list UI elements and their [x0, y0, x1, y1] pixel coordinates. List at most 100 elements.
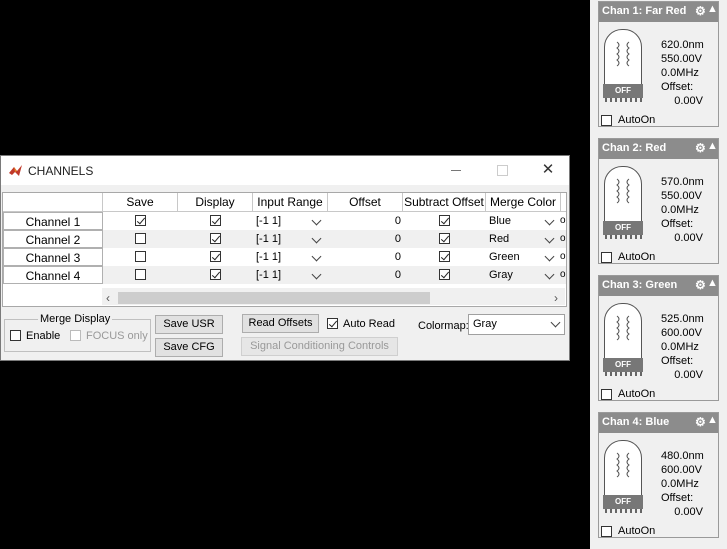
input-range-value[interactable]: [-1 1] — [256, 230, 281, 248]
pmt-state-badge[interactable]: OFF — [603, 221, 643, 235]
row-header[interactable]: Channel 2 — [3, 230, 103, 248]
matlab-icon — [9, 165, 22, 176]
autoon-checkbox[interactable] — [601, 526, 612, 537]
merge-color-value[interactable]: Blue — [489, 212, 511, 230]
chevron-down-icon[interactable] — [544, 233, 555, 244]
display-checkbox[interactable] — [210, 251, 221, 262]
read-offsets-button[interactable]: Read Offsets — [242, 314, 319, 333]
save-checkbox[interactable] — [135, 269, 146, 280]
input-range-value[interactable]: [-1 1] — [256, 212, 281, 230]
autoon-label: AutoOn — [618, 114, 656, 126]
pmt-tube-icon[interactable] — [604, 440, 642, 496]
auto-read-checkbox[interactable] — [327, 318, 338, 329]
tube-pin — [625, 235, 627, 239]
row-header[interactable]: Channel 4 — [3, 266, 103, 284]
pmt-card-title: Chan 1: Far Red — [602, 5, 687, 17]
tube-pin — [610, 98, 612, 102]
focus-only-checkbox[interactable] — [70, 330, 81, 341]
signal-conditioning-button[interactable]: Signal Conditioning Controls — [241, 337, 398, 356]
chevron-down-icon[interactable] — [311, 233, 322, 244]
pmt-wavelength: 620.0nm — [661, 39, 704, 51]
pmt-values: 480.0nm 600.00V 0.0MHz Offset: 0.00V — [661, 449, 713, 519]
save-usr-button[interactable]: Save USR — [155, 315, 223, 334]
row-header[interactable]: Channel 1 — [3, 212, 103, 230]
enable-checkbox[interactable] — [10, 330, 21, 341]
chevron-down-icon[interactable] — [311, 215, 322, 226]
row-header[interactable]: Channel 3 — [3, 248, 103, 266]
pmt-voltage[interactable]: 550.00V — [661, 189, 713, 203]
offset-value[interactable]: 0 — [331, 248, 401, 266]
gear-icon[interactable]: ⚙ — [695, 278, 706, 292]
pmt-card-header: Chan 3: Green ⚙ ▲ — [599, 276, 718, 296]
collapse-arrow-icon[interactable]: ▲ — [707, 414, 718, 426]
subtract-offset-checkbox[interactable] — [439, 233, 450, 244]
offset-value[interactable]: 0 — [331, 212, 401, 230]
scrollbar-thumb[interactable] — [118, 292, 430, 304]
autoon-label: AutoOn — [618, 251, 656, 263]
chevron-down-icon[interactable] — [544, 269, 555, 280]
save-checkbox[interactable] — [135, 251, 146, 262]
scroll-left-icon[interactable]: ‹ — [106, 291, 110, 305]
channels-window: CHANNELS ✕ Save Display Input Range Offs… — [0, 155, 570, 361]
colormap-select[interactable]: Gray — [468, 314, 565, 335]
pmt-card: Chan 2: Red ⚙ ▲ OFF 570.0nm 550.00V 0.0M… — [598, 138, 719, 264]
pmt-offset-label: Offset: — [661, 218, 694, 230]
autoon-checkbox[interactable] — [601, 252, 612, 263]
offset-value[interactable]: 0 — [331, 266, 401, 284]
autoon-checkbox[interactable] — [601, 389, 612, 400]
tube-pin — [625, 98, 627, 102]
chevron-down-icon[interactable] — [544, 251, 555, 262]
tube-pin — [630, 509, 632, 513]
pmt-state-badge[interactable]: OFF — [603, 84, 643, 98]
tube-pin — [635, 98, 637, 102]
offset-value[interactable]: 0 — [331, 230, 401, 248]
collapse-arrow-icon[interactable]: ▲ — [707, 3, 718, 15]
pmt-voltage[interactable]: 550.00V — [661, 52, 713, 66]
merge-color-value[interactable]: Red — [489, 230, 509, 248]
save-checkbox[interactable] — [135, 215, 146, 226]
display-checkbox[interactable] — [210, 215, 221, 226]
pmt-card-header: Chan 2: Red ⚙ ▲ — [599, 139, 718, 159]
tube-pin — [605, 509, 607, 513]
input-range-value[interactable]: [-1 1] — [256, 248, 281, 266]
pmt-wavelength: 480.0nm — [661, 450, 704, 462]
collapse-arrow-icon[interactable]: ▲ — [707, 277, 718, 289]
save-cfg-button[interactable]: Save CFG — [155, 338, 223, 357]
close-icon[interactable]: ✕ — [537, 160, 559, 180]
display-checkbox[interactable] — [210, 269, 221, 280]
gear-icon[interactable]: ⚙ — [695, 4, 706, 18]
pmt-tube-icon[interactable] — [604, 303, 642, 359]
pmt-voltage[interactable]: 600.00V — [661, 463, 713, 477]
pmt-card: Chan 3: Green ⚙ ▲ OFF 525.0nm 600.00V 0.… — [598, 275, 719, 401]
pmt-tube-icon[interactable] — [604, 166, 642, 222]
chevron-down-icon[interactable] — [544, 215, 555, 226]
merge-color-value[interactable]: Gray — [489, 266, 513, 284]
chevron-down-icon[interactable] — [311, 251, 322, 262]
minimize-icon[interactable] — [445, 160, 467, 180]
pmt-state-badge[interactable]: OFF — [603, 358, 643, 372]
maximize-icon[interactable] — [491, 160, 513, 180]
autoon-checkbox[interactable] — [601, 115, 612, 126]
tube-pin — [630, 98, 632, 102]
chevron-down-icon — [550, 317, 561, 328]
input-range-value[interactable]: [-1 1] — [256, 266, 281, 284]
collapse-arrow-icon[interactable]: ▲ — [707, 140, 718, 152]
subtract-offset-checkbox[interactable] — [439, 269, 450, 280]
scroll-right-icon[interactable]: › — [554, 291, 558, 305]
autoon-label: AutoOn — [618, 525, 656, 537]
chevron-down-icon[interactable] — [311, 269, 322, 280]
gear-icon[interactable]: ⚙ — [695, 141, 706, 155]
save-checkbox[interactable] — [135, 233, 146, 244]
merge-color-value[interactable]: Green — [489, 248, 520, 266]
subtract-offset-checkbox[interactable] — [439, 251, 450, 262]
pmt-card: Chan 4: Blue ⚙ ▲ OFF 480.0nm 600.00V 0.0… — [598, 412, 719, 538]
pmt-voltage[interactable]: 600.00V — [661, 326, 713, 340]
pmt-tube-icon[interactable] — [604, 29, 642, 85]
subtract-offset-checkbox[interactable] — [439, 215, 450, 226]
pmt-state-badge[interactable]: OFF — [603, 495, 643, 509]
tube-pin — [630, 235, 632, 239]
gear-icon[interactable]: ⚙ — [695, 415, 706, 429]
display-checkbox[interactable] — [210, 233, 221, 244]
tube-pin — [640, 372, 642, 376]
title-bar: CHANNELS ✕ — [1, 156, 569, 185]
